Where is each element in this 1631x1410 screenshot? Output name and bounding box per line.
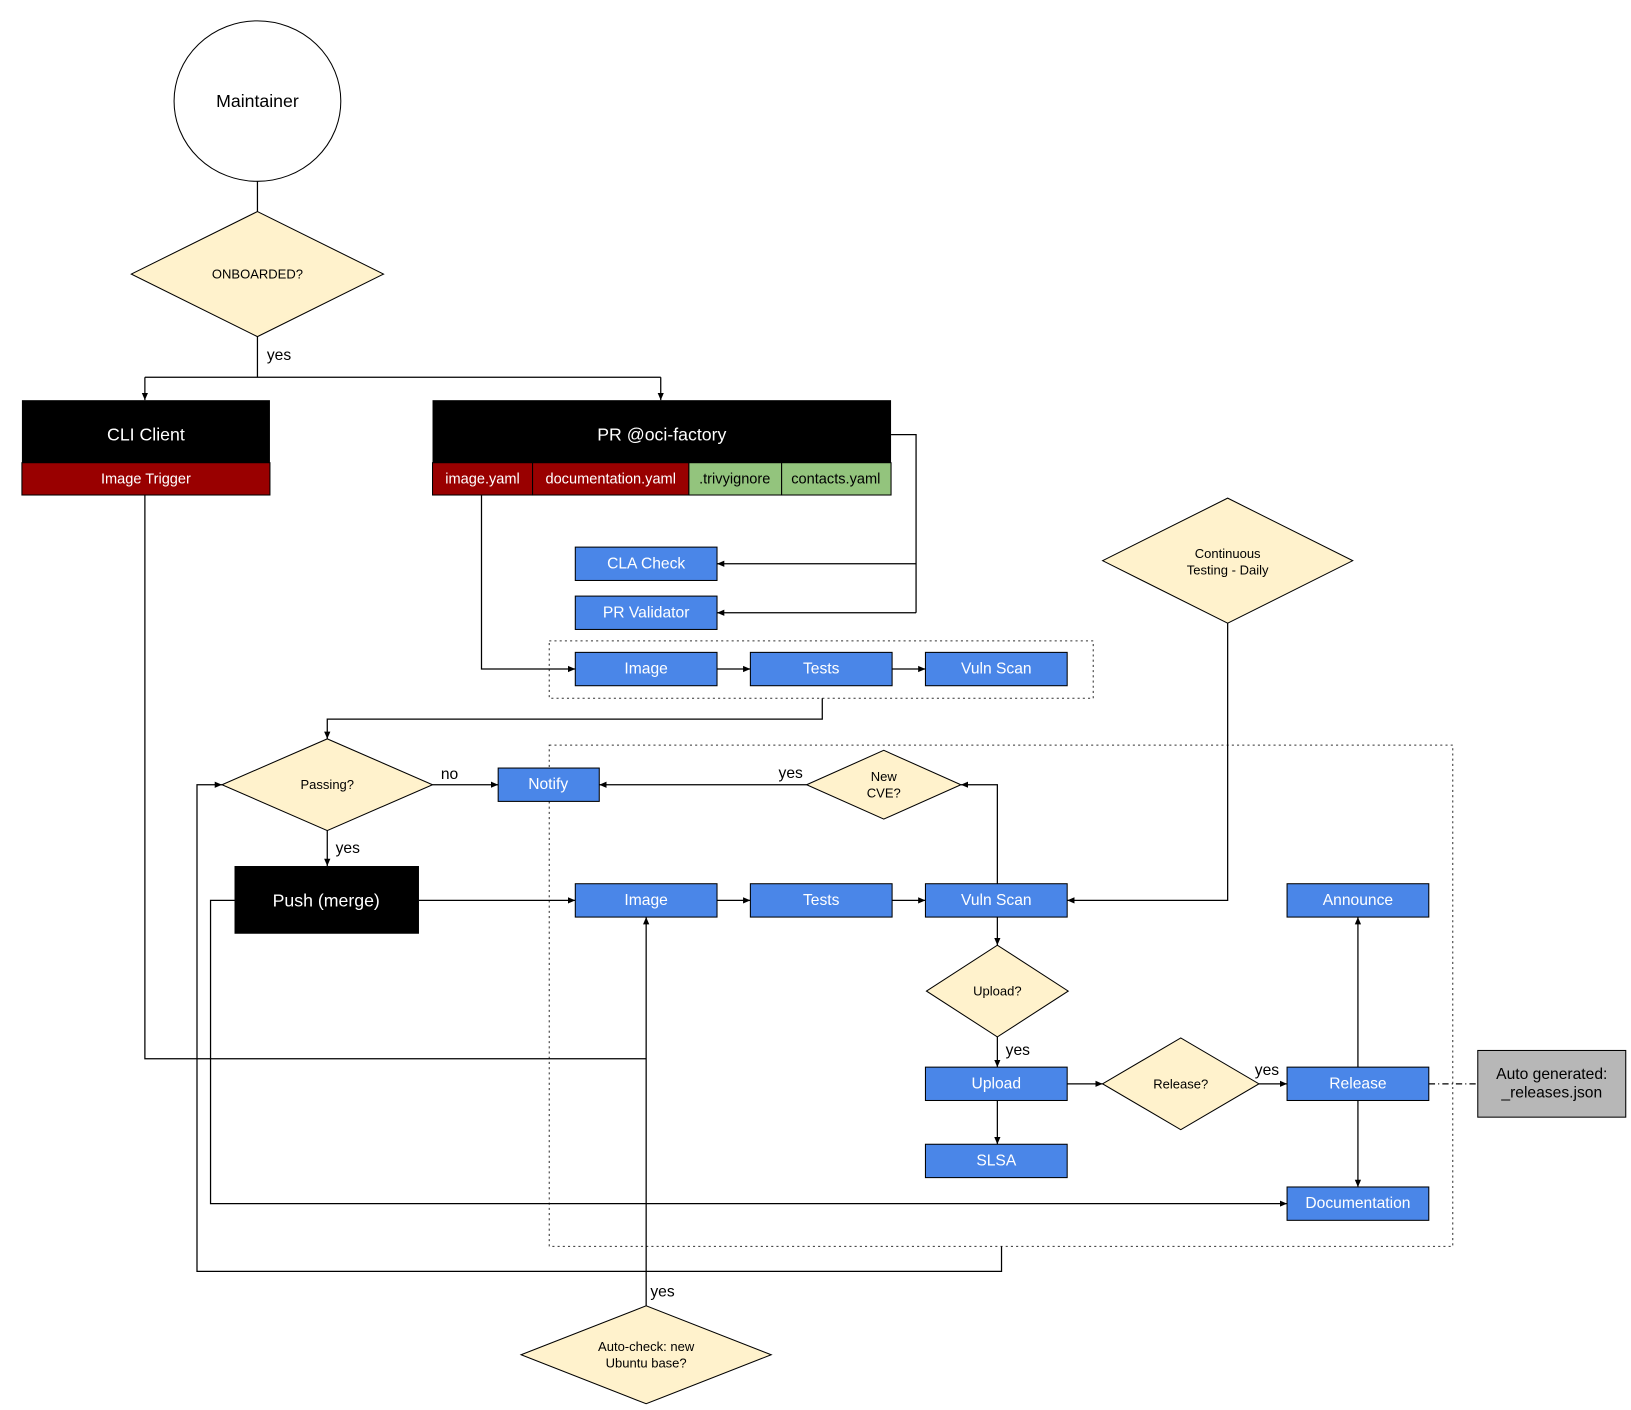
pr-vuln-scan-node: Vuln Scan xyxy=(924,651,1068,687)
edge-label-autocheck-yes: yes xyxy=(650,1284,675,1301)
pr-tests-node: Tests xyxy=(749,651,893,687)
auto-check-label-1: Auto-check: new xyxy=(598,1339,695,1354)
pr-image-label: Image xyxy=(624,661,667,678)
onboarded-label: ONBOARDED? xyxy=(212,267,303,282)
cla-check-label: CLA Check xyxy=(607,555,685,572)
upload-node: Upload xyxy=(924,1066,1068,1102)
onboarded-decision: ONBOARDED? xyxy=(130,210,385,338)
new-cve-label-2: CVE? xyxy=(867,786,901,801)
pr-node: PR @oci-factory image.yaml documentation… xyxy=(431,400,892,496)
announce-node: Announce xyxy=(1286,883,1430,918)
image-trigger-label: Image Trigger xyxy=(101,471,191,487)
announce-label: Announce xyxy=(1323,892,1393,909)
tests-node: Tests xyxy=(749,883,893,918)
push-merge-node: Push (merge) xyxy=(234,866,419,934)
file-image-yaml-label: image.yaml xyxy=(445,471,520,487)
pr-vuln-label: Vuln Scan xyxy=(961,661,1032,678)
edge-label-cve-yes: yes xyxy=(779,765,804,782)
continuous-testing-decision: Continuous Testing - Daily xyxy=(1101,497,1354,624)
upload-decision: Upload? xyxy=(925,944,1070,1038)
auto-generated-label-2: _releases.json xyxy=(1500,1085,1602,1102)
continuous-label-2: Testing - Daily xyxy=(1187,563,1269,578)
release-label: Release xyxy=(1329,1075,1386,1092)
new-cve-decision: New CVE? xyxy=(805,749,963,820)
file-documentation-yaml-label: documentation.yaml xyxy=(545,471,675,487)
auto-generated-label-1: Auto generated: xyxy=(1496,1066,1607,1083)
continuous-label-1: Continuous xyxy=(1195,546,1261,561)
cli-client-label: CLI Client xyxy=(107,425,185,445)
cli-client-node: CLI Client Image Trigger xyxy=(21,400,271,496)
file-trivyignore-label: .trivyignore xyxy=(699,471,770,487)
cla-check-node: CLA Check xyxy=(574,546,718,581)
notify-node: Notify xyxy=(497,767,600,802)
edges xyxy=(141,181,1478,1306)
slsa-label: SLSA xyxy=(976,1152,1017,1169)
maintainer-node: Maintainer xyxy=(173,20,342,182)
image-label: Image xyxy=(624,892,667,909)
edge-label-upload-yes: yes xyxy=(1006,1042,1031,1059)
pr-image-node: Image xyxy=(574,651,718,687)
tests-label: Tests xyxy=(803,892,840,909)
edge-label-release-yes: yes xyxy=(1255,1062,1280,1079)
vuln-scan-node: Vuln Scan xyxy=(924,883,1068,918)
pipeline-diagram: yes no yes yes yes yes yes Maintainer ON… xyxy=(21,20,1627,1405)
vuln-label: Vuln Scan xyxy=(961,892,1032,909)
documentation-node: Documentation xyxy=(1286,1186,1430,1221)
push-label: Push (merge) xyxy=(273,890,380,910)
passing-decision: Passing? xyxy=(220,738,434,832)
release-decision: Release? xyxy=(1101,1037,1260,1131)
auto-check-decision: Auto-check: new Ubuntu base? xyxy=(519,1305,773,1405)
edge-label-onboarded-yes: yes xyxy=(267,347,292,364)
edge-label-passing-yes: yes xyxy=(336,840,361,857)
file-contacts-yaml-label: contacts.yaml xyxy=(791,471,880,487)
pr-validator-label: PR Validator xyxy=(603,604,690,621)
auto-generated-node: Auto generated: _releases.json xyxy=(1477,1049,1627,1118)
release-q-label: Release? xyxy=(1153,1076,1208,1091)
slsa-node: SLSA xyxy=(924,1143,1068,1179)
notify-label: Notify xyxy=(528,776,568,793)
image-node: Image xyxy=(574,883,718,918)
pr-tests-label: Tests xyxy=(803,661,840,678)
upload-q-label: Upload? xyxy=(973,984,1022,999)
release-node: Release xyxy=(1286,1066,1430,1102)
auto-check-label-2: Ubuntu base? xyxy=(606,1356,687,1371)
documentation-label: Documentation xyxy=(1305,1195,1410,1212)
pr-validator-node: PR Validator xyxy=(574,595,718,630)
edge-label-passing-no: no xyxy=(441,766,459,783)
maintainer-label: Maintainer xyxy=(216,91,299,111)
pr-label: PR @oci-factory xyxy=(597,425,726,445)
upload-label: Upload xyxy=(972,1075,1022,1092)
new-cve-label-1: New xyxy=(871,769,898,784)
passing-label: Passing? xyxy=(300,777,354,792)
